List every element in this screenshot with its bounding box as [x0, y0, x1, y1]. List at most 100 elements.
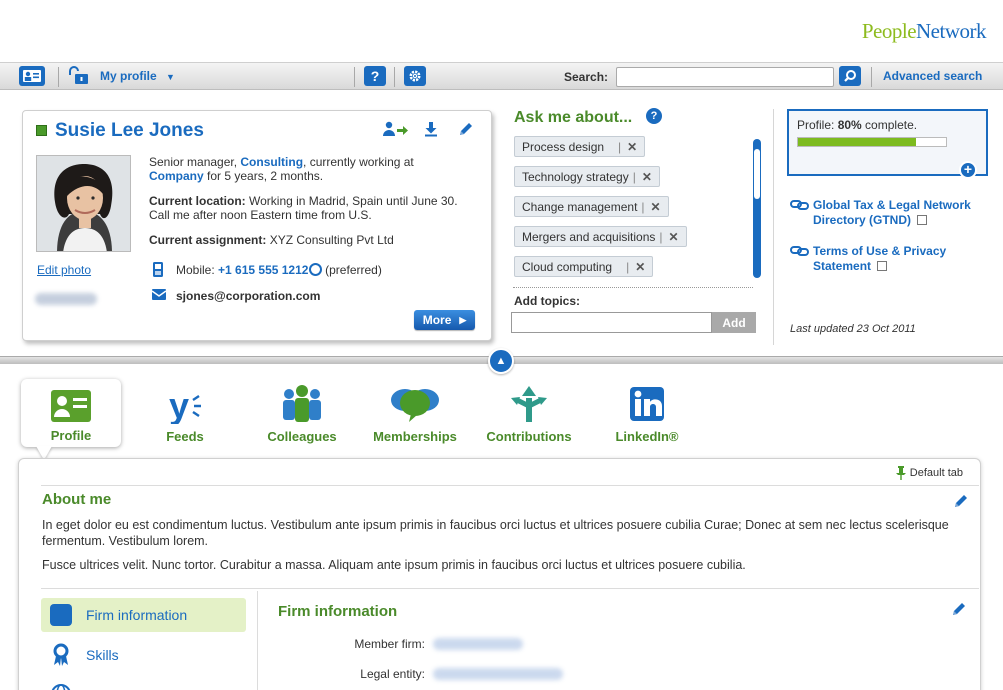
column-divider — [257, 591, 258, 690]
my-profile-label: My profile — [100, 69, 157, 83]
search-label: Search: — [564, 70, 609, 84]
sidebar-item-skills[interactable]: Skills — [41, 638, 246, 672]
current-assignment: Current assignment: XYZ Consulting Pvt L… — [149, 233, 479, 247]
tab-linkedin-label: LinkedIn® — [615, 429, 679, 444]
tab-memberships[interactable]: Memberships — [365, 384, 465, 444]
advanced-search-link[interactable]: Advanced search — [883, 69, 982, 83]
my-profile-menu[interactable]: My profile ▼ — [100, 69, 175, 83]
profile-photo — [36, 155, 131, 252]
tab-colleagues[interactable]: Colleagues — [252, 384, 352, 444]
tab-contributions-label: Contributions — [486, 429, 572, 444]
assignment-label: Current assignment: — [149, 233, 267, 247]
add-colleague-icon[interactable] — [383, 121, 409, 140]
topic-label: Mergers and acquisitions — [522, 229, 656, 244]
remove-topic-icon[interactable]: ✕ — [669, 230, 679, 244]
topic-tag[interactable]: Technology strategy | ✕ — [514, 166, 660, 187]
more-label: More — [422, 313, 452, 327]
terms-link[interactable]: Terms of Use & Privacy Statement — [813, 244, 963, 274]
default-tab-indicator[interactable]: Default tab — [895, 466, 963, 480]
tab-linkedin[interactable]: LinkedIn® — [597, 384, 697, 444]
topics-scrollbar[interactable] — [753, 139, 761, 278]
nav-divider — [58, 67, 59, 87]
ask-help-icon[interactable]: ? — [646, 108, 662, 124]
tab-contributions[interactable]: Contributions — [479, 384, 579, 444]
topic-label: Cloud computing — [522, 259, 613, 274]
assignment-value: XYZ Consulting Pvt Ltd — [266, 233, 394, 247]
add-profile-info-icon[interactable]: + — [959, 161, 977, 179]
remove-topic-icon[interactable]: ✕ — [635, 260, 645, 274]
edit-photo-link[interactable]: Edit photo — [37, 263, 91, 277]
colleagues-icon — [252, 384, 352, 427]
add-topic-button[interactable]: Add — [712, 312, 756, 333]
settings-button[interactable] — [404, 66, 426, 86]
help-icon: ? — [370, 68, 380, 84]
last-updated: Last updated 23 Oct 2011 — [790, 323, 916, 335]
topic-tag[interactable]: Change management | ✕ — [514, 196, 669, 217]
topic-tag[interactable]: Process design | ✕ — [514, 136, 646, 157]
department-link[interactable]: Consulting — [240, 155, 303, 169]
redacted-legal-entity — [433, 668, 563, 680]
tab-feeds[interactable]: y Feeds — [135, 384, 235, 444]
brand-logo: PeopleNetwork — [862, 19, 987, 44]
profile-name: Susie Lee Jones — [55, 120, 204, 141]
sidebar-item-firm-information[interactable]: Firm information — [41, 598, 246, 632]
remove-topic-icon[interactable]: ✕ — [627, 140, 637, 154]
redacted-text — [35, 293, 97, 305]
email-icon — [151, 288, 167, 304]
mobile-label: Mobile: — [176, 263, 215, 277]
member-firm-label: Member firm: — [354, 637, 425, 651]
tab-colleagues-label: Colleagues — [267, 429, 337, 444]
edit-firm-icon[interactable] — [950, 600, 968, 623]
add-topic-input[interactable] — [511, 312, 712, 333]
skype-icon[interactable] — [308, 263, 322, 276]
gear-icon — [409, 70, 421, 82]
topic-tag[interactable]: Mergers and acquisitions | ✕ — [514, 226, 687, 247]
profile-header: Susie Lee Jones Senior manager, Consulti… — [0, 91, 1003, 356]
ask-me-title: Ask me about... — [514, 109, 633, 126]
contributions-icon — [479, 384, 579, 427]
edit-pencil-icon[interactable] — [457, 120, 475, 141]
topics-scrollbar-thumb[interactable] — [754, 149, 760, 199]
presence-indicator — [36, 125, 47, 136]
search-button[interactable] — [839, 66, 861, 86]
topic-tag[interactable]: Cloud computing | ✕ — [514, 256, 654, 277]
pin-icon — [895, 466, 906, 480]
chevron-up-icon: ▲ — [495, 355, 507, 367]
tab-feeds-label: Feeds — [166, 429, 204, 444]
collapse-header-button[interactable]: ▲ — [488, 348, 514, 374]
remove-topic-icon[interactable]: ✕ — [642, 170, 652, 184]
search-input[interactable] — [616, 67, 834, 87]
mobile-row: Mobile: +1 615 555 1212 (preferred) — [176, 263, 506, 277]
topic-label: Technology strategy — [522, 169, 629, 184]
mobile-number-link[interactable]: +1 615 555 1212 — [218, 263, 308, 277]
add-topics-label: Add topics: — [514, 294, 580, 308]
current-location: Current location: Working in Madrid, Spa… — [149, 194, 479, 222]
sidebar-item-label: Skills — [86, 647, 119, 663]
tab-profile-label: Profile — [50, 428, 92, 443]
location-label: Current location: — [149, 194, 246, 208]
mobile-phone-icon — [152, 261, 164, 281]
tab-memberships-label: Memberships — [373, 429, 457, 444]
remove-topic-icon[interactable]: ✕ — [651, 200, 661, 214]
sidebar-item-international[interactable] — [41, 677, 246, 690]
more-button[interactable]: More ▶ — [414, 310, 475, 330]
gtnd-link[interactable]: Global Tax & Legal Network Directory (GT… — [813, 198, 983, 228]
redacted-member-firm — [433, 638, 523, 650]
nav-divider — [354, 67, 355, 87]
profile-card: Susie Lee Jones Senior manager, Consulti… — [22, 110, 492, 341]
profile-card-icon[interactable] — [19, 66, 45, 86]
email-link[interactable]: sjones@corporation.com — [176, 289, 506, 303]
about-me-paragraph: In eget dolor eu est condimentum luctus.… — [42, 518, 949, 548]
help-button[interactable]: ? — [364, 66, 386, 86]
download-icon[interactable] — [424, 121, 438, 140]
link-icon — [790, 245, 810, 260]
topics-divider — [513, 287, 753, 288]
tab-profile[interactable]: Profile — [21, 379, 121, 447]
unlock-icon[interactable] — [67, 66, 91, 89]
firm-icon — [50, 604, 72, 626]
topic-label: Change management — [522, 199, 638, 214]
edit-about-icon[interactable] — [952, 492, 970, 515]
company-link[interactable]: Company — [149, 169, 204, 183]
chevron-right-icon: ▶ — [459, 314, 467, 325]
link-icon — [790, 199, 810, 214]
